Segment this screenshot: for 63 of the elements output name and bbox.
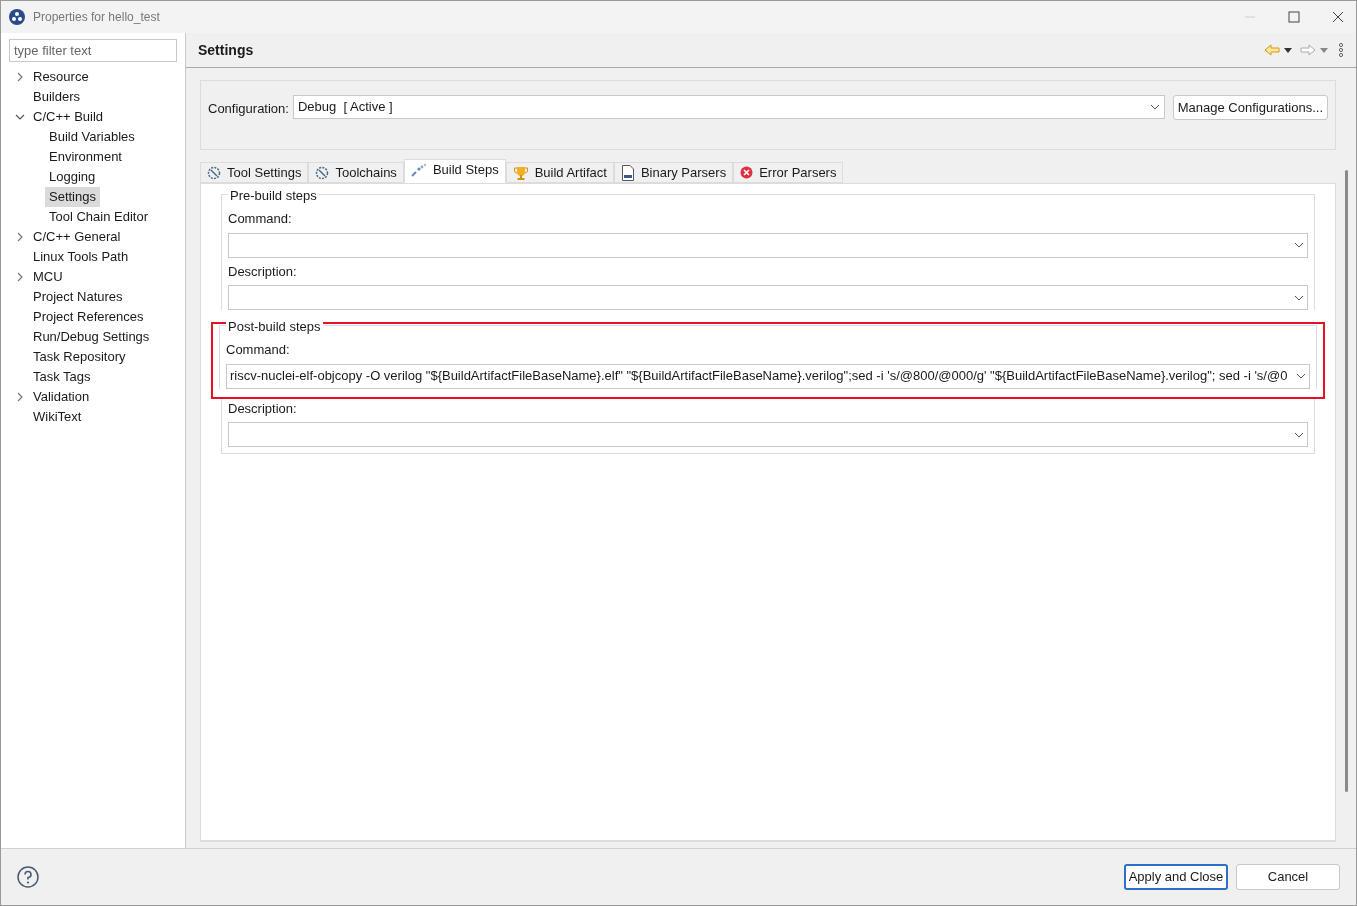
tree-item[interactable]: WikiText (29, 407, 86, 427)
dropdown-caret-icon (1294, 294, 1304, 301)
chevron-down-icon[interactable] (15, 112, 25, 122)
tree-item[interactable]: MCU (29, 267, 67, 287)
tree-item[interactable]: C/C++ General (29, 227, 125, 247)
tab[interactable]: Tool Settings (200, 162, 309, 183)
tree-item[interactable]: Task Repository (29, 347, 130, 367)
field-label: Command: (228, 210, 293, 228)
dropdown-caret-icon (1149, 104, 1160, 110)
configuration-label: Configuration: (208, 100, 289, 118)
dropdown-caret-icon (1296, 373, 1306, 379)
chevron-right-icon[interactable] (15, 272, 25, 282)
tree-item[interactable]: Logging (45, 167, 100, 187)
tree-item[interactable]: Build Variables (45, 127, 139, 147)
tree-item[interactable]: Project Natures (29, 287, 127, 307)
window-title: Properties for hello_test (33, 9, 160, 26)
dropdown-caret-icon[interactable] (1284, 47, 1292, 53)
tab[interactable]: Build Artifact (505, 162, 614, 183)
tree-item[interactable]: Resource (29, 67, 93, 87)
tree-item[interactable]: Run/Debug Settings (29, 327, 154, 347)
command-field[interactable]: riscv-nuclei-elf-objcopy -O verilog "${BuildArtifactFileBaseName}.elf" "${BuildArtifactFileBaseName}.verilog";sed -i 's/@800/@000/g' "${BuildArtifactFileBaseName}.verilog"; sed -i 's/@0 (226, 363, 1310, 389)
cancel-button[interactable]: Cancel (1236, 864, 1340, 890)
maximize-icon[interactable] (1288, 11, 1300, 23)
error-icon (740, 166, 754, 179)
tree-item[interactable]: Validation (29, 387, 94, 407)
tree-item[interactable]: Task Tags (29, 367, 95, 387)
field-label: Description: (228, 262, 298, 281)
tree-item[interactable]: Builders (29, 87, 84, 107)
tree-item[interactable]: Environment (45, 147, 126, 167)
configuration-dropdown[interactable]: Debug [ Active ] (292, 95, 1165, 119)
tab[interactable]: Binary Parsers (613, 162, 734, 183)
description-field[interactable] (228, 422, 1308, 447)
tree-item[interactable]: Settings (45, 187, 100, 207)
tree-item[interactable]: C/C++ Build (29, 107, 108, 127)
steps-icon (410, 162, 427, 177)
chevron-right-icon[interactable] (15, 72, 25, 82)
command-field[interactable] (228, 285, 1308, 310)
page-title: Settings (198, 40, 254, 60)
close-icon[interactable] (1332, 11, 1344, 23)
filter-field[interactable]: type filter text (9, 39, 177, 62)
help-icon[interactable] (17, 866, 39, 888)
tree-item[interactable]: Tool Chain Editor (45, 207, 152, 227)
tab[interactable]: Build Steps (403, 159, 506, 183)
chevron-right-icon[interactable] (15, 232, 25, 242)
tree-item[interactable]: Project References (29, 307, 148, 327)
tab[interactable]: Error Parsers (733, 162, 844, 183)
gear-icon (315, 165, 330, 180)
trophy-icon (512, 164, 529, 181)
command-field[interactable] (228, 232, 1308, 258)
app-logo-icon (9, 9, 25, 25)
manage-configurations-button[interactable]: Manage Configurations... (1172, 95, 1328, 120)
tree-item[interactable]: Linux Tools Path (29, 247, 133, 267)
more-options-icon[interactable] (1338, 43, 1344, 57)
apply-and-close-button[interactable]: Apply and Close (1124, 864, 1228, 890)
dropdown-caret-icon (1294, 431, 1304, 438)
scrollbar[interactable] (1344, 170, 1348, 792)
chevron-right-icon[interactable] (15, 392, 25, 402)
field-label: Command: (226, 341, 291, 359)
document-icon (620, 164, 635, 181)
field-label: Description: (228, 399, 298, 418)
gear-icon (207, 165, 221, 180)
tab[interactable]: Toolchains (308, 162, 404, 183)
dropdown-caret-icon (1294, 242, 1304, 248)
